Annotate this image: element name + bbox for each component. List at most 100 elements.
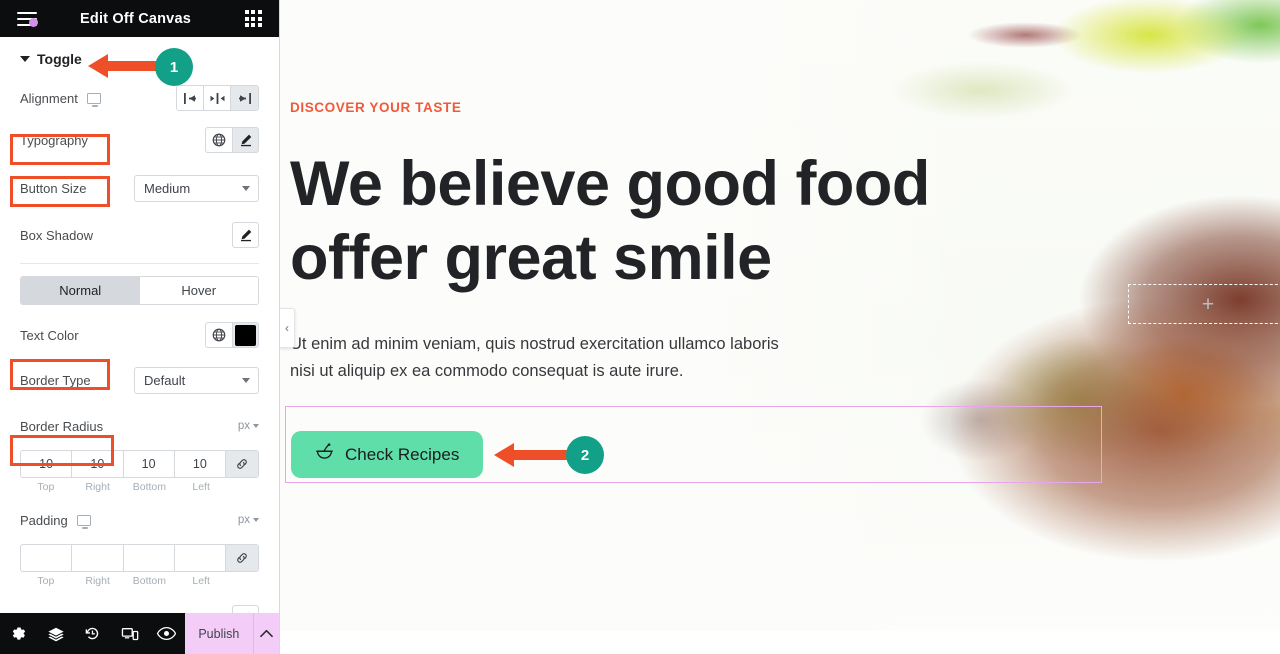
padding-label: Padding <box>20 512 68 528</box>
responsive-mode-icon[interactable] <box>111 626 148 642</box>
border-radius-label-left: Left <box>192 481 210 493</box>
hero-paragraph: Ut enim ad minim veniam, quis nostrud ex… <box>290 331 930 385</box>
border-radius-inputs <box>20 450 259 478</box>
preview-eye-icon[interactable] <box>148 626 185 641</box>
border-radius-right-input[interactable] <box>72 451 123 477</box>
padding-label-bottom: Bottom <box>132 575 166 587</box>
state-tabs: Normal Hover <box>20 276 259 305</box>
border-type-select[interactable]: Default <box>134 366 259 394</box>
padding-top-input[interactable] <box>21 545 72 571</box>
padding-label-right: Right <box>85 575 110 587</box>
padding-bottom-input[interactable] <box>123 545 174 571</box>
border-type-select-wrap: Default <box>134 366 259 394</box>
border-radius-label-top: Top <box>37 481 55 493</box>
editor-bottom-bar: Publish <box>0 613 279 654</box>
padding-left-cell <box>174 545 226 571</box>
pencil-icon-button-box-shadow-top[interactable] <box>232 222 259 248</box>
border-radius-side-labels: Top Right Bottom Left <box>20 481 259 493</box>
color-swatch-button-text-color[interactable] <box>232 322 259 348</box>
publish-button[interactable]: Publish <box>185 613 253 654</box>
align-end-button[interactable] <box>231 86 258 110</box>
add-element-dropzone[interactable]: + <box>1128 284 1280 324</box>
hero-heading-line-1: We believe good food <box>290 149 930 219</box>
elementor-editor-screen: Edit Off Canvas Toggle Alignment Typogra… <box>0 0 1280 654</box>
publish-options-button[interactable] <box>252 613 279 654</box>
alignment-label-group: Alignment <box>20 90 101 107</box>
bottom-bar-icons <box>0 613 185 654</box>
panel-header: Edit Off Canvas <box>0 0 279 37</box>
selected-widget-outline[interactable]: Check Recipes <box>285 406 1102 483</box>
border-radius-bottom-input[interactable] <box>123 451 174 477</box>
border-radius-top-cell <box>21 451 73 477</box>
annotation-badge-1: 1 <box>155 48 193 86</box>
control-row-border-radius: Border Radius px <box>0 409 279 443</box>
typography-label: Typography <box>20 132 88 148</box>
padding-label-top: Top <box>37 575 55 587</box>
border-radius-top-input[interactable] <box>21 451 72 477</box>
hero-heading: We believe good food offer great smile <box>290 147 930 295</box>
hero-paragraph-line-2: nisi ut aliquip ex ea commodo consequat … <box>290 362 684 380</box>
annotation-arrow-2 <box>494 443 574 467</box>
apps-grid-button[interactable] <box>227 10 279 27</box>
pencil-icon-button-typography[interactable] <box>232 127 259 153</box>
check-recipes-button[interactable]: Check Recipes <box>291 431 484 478</box>
hero-heading-line-2: offer great smile <box>290 223 772 293</box>
panel-menu-button[interactable] <box>0 11 54 27</box>
padding-unit-select[interactable]: px <box>238 514 259 526</box>
control-row-box-shadow-top: Box Shadow <box>0 218 279 252</box>
panel-body: Toggle Alignment Typography Button Size … <box>0 37 279 654</box>
mortar-pestle-icon <box>315 442 334 467</box>
border-radius-unit-select[interactable]: px <box>238 420 259 432</box>
padding-label-left: Left <box>192 575 210 587</box>
monitor-icon[interactable] <box>76 514 91 529</box>
control-row-button-size: Button Size Medium <box>0 171 279 205</box>
globe-icon-button-text-color[interactable] <box>205 322 232 348</box>
align-start-button[interactable] <box>177 86 204 110</box>
border-radius-link-button[interactable] <box>226 451 258 477</box>
chevron-down-icon <box>20 56 30 62</box>
check-recipes-button-label: Check Recipes <box>345 444 460 464</box>
padding-bottom-cell <box>123 545 175 571</box>
padding-unit-value: px <box>237 514 250 526</box>
control-row-border-type: Border Type Default <box>0 363 279 397</box>
button-size-select-wrap: Medium <box>134 174 259 202</box>
plus-icon[interactable]: + <box>1202 294 1214 315</box>
hero-paragraph-line-1: Ut enim ad minim veniam, quis nostrud ex… <box>290 335 779 353</box>
globe-icon-button-typography[interactable] <box>205 127 232 153</box>
border-radius-bottom-cell <box>123 451 175 477</box>
text-color-actions <box>205 322 259 348</box>
control-row-text-color: Text Color <box>0 318 279 352</box>
padding-side-labels: Top Right Bottom Left <box>20 575 259 587</box>
annotation-badge-2: 2 <box>566 436 604 474</box>
tab-normal[interactable]: Normal <box>21 277 140 304</box>
monitor-icon[interactable] <box>86 92 101 107</box>
panel-collapse-toggle[interactable]: ‹ <box>280 308 295 348</box>
box-shadow-top-label: Box Shadow <box>20 227 93 243</box>
padding-right-input[interactable] <box>72 545 123 571</box>
editor-canvas: ‹ DISCOVER YOUR TASTE We believe good fo… <box>280 0 1280 654</box>
color-swatch[interactable] <box>235 324 256 346</box>
notification-dot-icon <box>29 17 38 27</box>
border-radius-left-input[interactable] <box>174 451 225 477</box>
button-size-select[interactable]: Medium <box>134 174 259 202</box>
chevron-up-icon <box>260 629 274 638</box>
padding-left-input[interactable] <box>174 545 225 571</box>
padding-link-button[interactable] <box>226 545 258 571</box>
grid-apps-icon[interactable] <box>244 10 262 27</box>
layers-navigator-icon[interactable] <box>37 625 74 643</box>
chevron-down-icon <box>253 518 259 522</box>
alignment-label: Alignment <box>20 90 78 106</box>
align-center-button[interactable] <box>204 86 231 110</box>
section-divider <box>20 263 259 264</box>
history-icon[interactable] <box>74 625 111 642</box>
settings-gear-icon[interactable] <box>0 625 37 642</box>
hero-eyebrow: DISCOVER YOUR TASTE <box>290 100 462 115</box>
alignment-button-group[interactable] <box>176 85 259 111</box>
hero-content: DISCOVER YOUR TASTE We believe good food… <box>290 100 930 385</box>
tab-hover[interactable]: Hover <box>139 277 258 304</box>
control-row-padding: Padding px <box>0 503 279 537</box>
padding-label-group: Padding <box>20 512 91 529</box>
border-radius-label-bottom: Bottom <box>132 481 166 493</box>
